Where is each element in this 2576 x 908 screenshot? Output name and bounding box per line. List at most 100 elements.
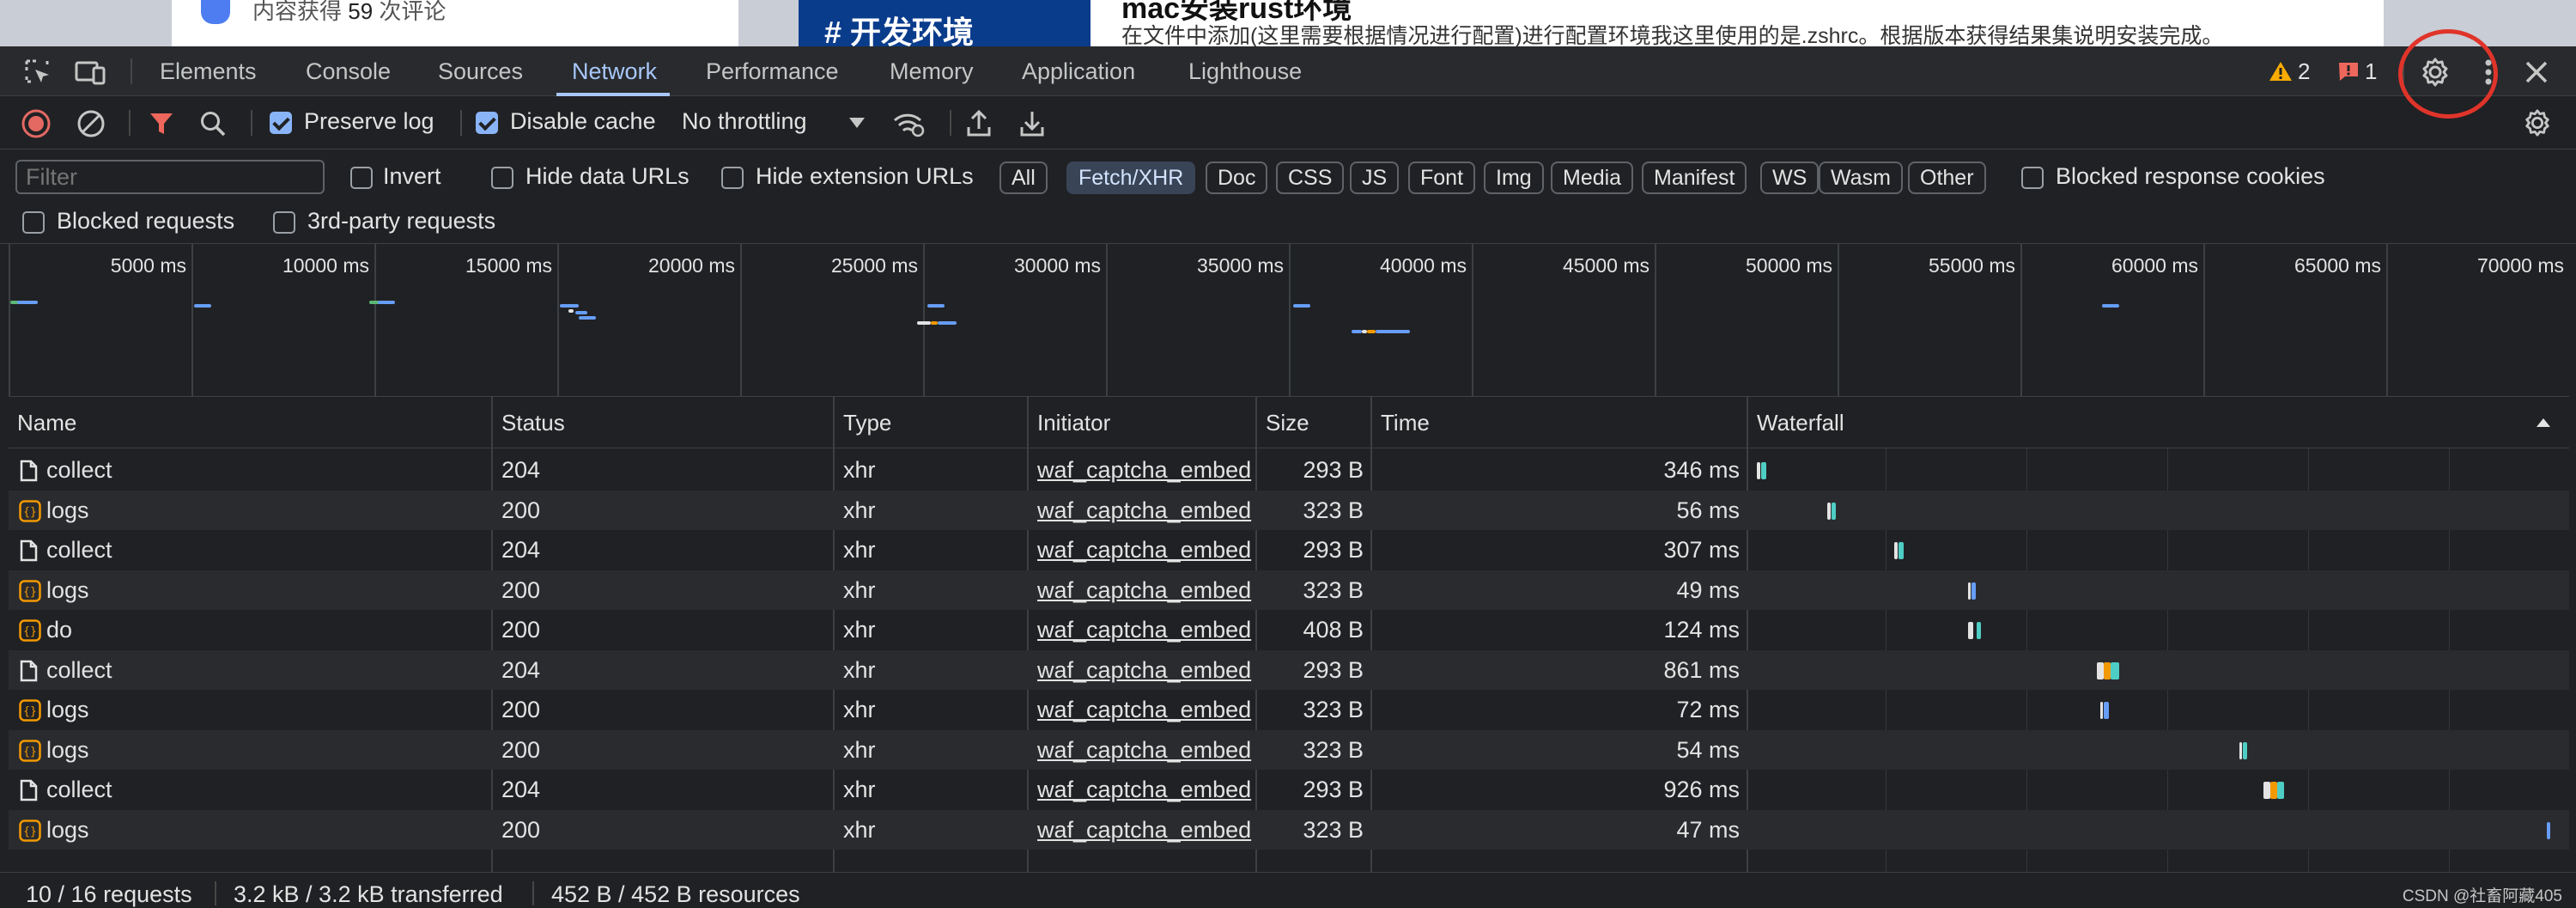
cell-name[interactable]: collect (46, 650, 476, 691)
third-party-requests-checkbox[interactable] (273, 211, 295, 234)
cell-initiator[interactable]: waf_captcha_embed (1037, 650, 1254, 691)
column-header-time[interactable]: Time (1372, 397, 1430, 448)
tab-lighthouse[interactable]: Lighthouse (1188, 46, 1302, 96)
type-filter-all[interactable]: All (999, 161, 1048, 194)
type-filter-js[interactable]: JS (1350, 161, 1400, 194)
type-filter-img[interactable]: Img (1484, 161, 1544, 194)
table-row[interactable]: {} logs 200 xhr waf_captcha_embed 323 B 49 ms (9, 570, 2569, 611)
waterfall-bar[interactable] (1968, 622, 1973, 639)
throttling-select[interactable]: No throttling (682, 108, 807, 135)
type-filter-media[interactable]: Media (1551, 161, 1634, 194)
waterfall-bar[interactable] (1977, 622, 1981, 639)
waterfall-bar[interactable] (2104, 661, 2111, 679)
column-header-size[interactable]: Size (1257, 397, 1309, 448)
cell-name[interactable]: logs (46, 810, 476, 850)
column-header-type[interactable]: Type (835, 397, 891, 448)
table-row[interactable]: collect 204 xhr waf_captcha_embed 293 B 926 m… (9, 770, 2569, 810)
table-row[interactable]: {} logs 200 xhr waf_captcha_embed 323 B 47 ms (9, 809, 2569, 850)
dropdown-arrow-icon[interactable] (847, 115, 867, 131)
cell-initiator[interactable]: waf_captcha_embed (1037, 690, 1254, 730)
cell-name[interactable]: logs (46, 570, 476, 611)
tab-application[interactable]: Application (1022, 46, 1135, 96)
waterfall-bar[interactable] (1761, 462, 1766, 479)
cell-name[interactable]: collect (46, 530, 476, 570)
tab-network[interactable]: Network (572, 46, 657, 96)
hide-extension-urls-checkbox[interactable] (721, 167, 744, 189)
record-stop-icon[interactable] (21, 108, 52, 139)
type-filter-other[interactable]: Other (1908, 161, 1986, 194)
blocked-response-cookies-label[interactable]: Blocked response cookies (2056, 163, 2325, 190)
waterfall-bar[interactable] (1968, 582, 1971, 600)
table-row[interactable]: {} do 200 xhr waf_captcha_embed 408 B 124 ms (9, 610, 2569, 650)
waterfall-bar[interactable] (1827, 502, 1831, 520)
column-header-waterfall[interactable]: Waterfall (1748, 397, 1844, 448)
tab-console[interactable]: Console (306, 46, 391, 96)
waterfall-bar[interactable] (2277, 782, 2284, 799)
tab-sources[interactable]: Sources (438, 46, 523, 96)
warnings-badge[interactable]: 2 (2269, 58, 2310, 84)
inspect-element-icon[interactable] (22, 57, 53, 88)
type-filter-doc[interactable]: Doc (1206, 161, 1268, 194)
blocked-requests-checkbox[interactable] (22, 211, 45, 234)
type-filter-css[interactable]: CSS (1276, 161, 1345, 194)
network-overview-timeline[interactable]: 5000 ms 10000 ms 15000 ms 20000 ms 25000… (9, 244, 2569, 397)
close-devtools-icon[interactable] (2521, 57, 2552, 88)
column-header-initiator[interactable]: Initiator (1029, 397, 1110, 448)
search-icon[interactable] (197, 108, 228, 139)
cell-initiator[interactable]: waf_captcha_embed (1037, 450, 1254, 491)
disable-cache-label[interactable]: Disable cache (510, 108, 656, 135)
blocked-requests-label[interactable]: Blocked requests (57, 208, 234, 235)
type-filter-fetch-xhr[interactable]: Fetch/XHR (1066, 161, 1196, 194)
waterfall-bar[interactable] (2263, 782, 2270, 799)
table-row[interactable]: {} logs 200 xhr waf_captcha_embed 323 B 72 ms (9, 690, 2569, 730)
cell-initiator[interactable]: waf_captcha_embed (1037, 570, 1254, 611)
sort-ascending-icon[interactable] (2533, 414, 2554, 431)
tab-memory[interactable]: Memory (890, 46, 974, 96)
waterfall-bar[interactable] (2239, 741, 2242, 759)
type-filter-wasm[interactable]: Wasm (1819, 161, 1903, 194)
filter-input[interactable] (15, 160, 325, 194)
filter-funnel-icon[interactable] (146, 108, 177, 139)
column-header-name[interactable]: Name (9, 397, 76, 448)
cell-initiator[interactable]: waf_captcha_embed (1037, 730, 1254, 771)
cell-initiator[interactable]: waf_captcha_embed (1037, 530, 1254, 570)
hide-extension-urls-label[interactable]: Hide extension URLs (756, 163, 974, 190)
waterfall-bar[interactable] (1757, 462, 1760, 479)
cell-name[interactable]: logs (46, 690, 476, 730)
waterfall-bar[interactable] (2100, 702, 2103, 719)
tab-performance[interactable]: Performance (706, 46, 839, 96)
device-toolbar-icon[interactable] (74, 57, 108, 88)
type-filter-font[interactable]: Font (1408, 161, 1476, 194)
table-row[interactable]: collect 204 xhr waf_captcha_embed 293 B 346 m… (9, 450, 2569, 491)
waterfall-bar[interactable] (2270, 782, 2277, 799)
table-row[interactable]: collect 204 xhr waf_captcha_embed 293 B 307 m… (9, 530, 2569, 570)
cell-name[interactable]: do (46, 610, 476, 650)
hide-data-urls-label[interactable]: Hide data URLs (526, 163, 690, 190)
import-har-icon[interactable] (963, 107, 994, 139)
cell-initiator[interactable]: waf_captcha_embed (1037, 610, 1254, 650)
type-filter-manifest[interactable]: Manifest (1642, 161, 1747, 194)
cell-initiator[interactable]: waf_captcha_embed (1037, 770, 1254, 810)
vertical-scrollbar[interactable] (2569, 244, 2576, 691)
network-conditions-icon[interactable] (891, 108, 926, 139)
waterfall-bar[interactable] (1899, 542, 1904, 559)
waterfall-bar[interactable] (2097, 661, 2104, 679)
cell-initiator[interactable]: waf_captcha_embed (1037, 491, 1254, 531)
network-settings-gear-icon[interactable] (2521, 107, 2554, 139)
table-row[interactable]: collect 204 xhr waf_captcha_embed 293 B 861 m… (9, 649, 2569, 691)
invert-label[interactable]: Invert (383, 163, 441, 190)
cell-name[interactable]: collect (46, 450, 476, 491)
waterfall-bar[interactable] (2111, 661, 2119, 679)
disable-cache-checkbox[interactable] (476, 112, 498, 134)
column-header-status[interactable]: Status (493, 397, 565, 448)
cell-name[interactable]: logs (46, 491, 476, 531)
issues-badge[interactable]: 1 (2337, 58, 2377, 84)
cell-initiator[interactable]: waf_captcha_embed (1037, 810, 1254, 850)
waterfall-bar[interactable] (2547, 821, 2550, 839)
invert-checkbox[interactable] (350, 167, 373, 189)
waterfall-bar[interactable] (1832, 502, 1836, 520)
waterfall-bar[interactable] (1971, 582, 1976, 600)
waterfall-bar[interactable] (2104, 702, 2109, 719)
waterfall-bar[interactable] (1894, 542, 1898, 559)
table-row[interactable]: {} logs 200 xhr waf_captcha_embed 323 B 54 ms (9, 729, 2569, 771)
